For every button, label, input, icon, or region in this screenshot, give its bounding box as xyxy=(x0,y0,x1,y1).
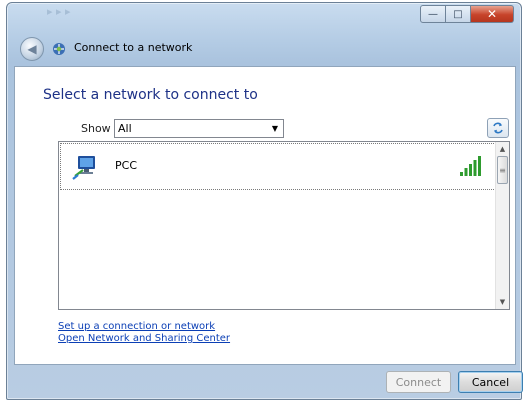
close-icon: ✕ xyxy=(486,7,498,21)
window-controls: — □ ✕ xyxy=(420,5,514,23)
connect-button[interactable]: Connect xyxy=(386,371,451,393)
maximize-button[interactable]: □ xyxy=(446,5,471,23)
dialog-window: ▸ ▸ ▸ — □ ✕ ◀ Connect to a network Selec… xyxy=(6,2,523,400)
network-item[interactable]: PCC xyxy=(60,143,496,190)
close-button[interactable]: ✕ xyxy=(471,5,514,23)
refresh-icon xyxy=(493,122,503,134)
setup-connection-link[interactable]: Set up a connection or network xyxy=(58,321,215,332)
maximize-icon: □ xyxy=(453,8,463,20)
minimize-icon: — xyxy=(428,8,438,20)
refresh-button[interactable] xyxy=(487,118,509,138)
show-label: Show xyxy=(81,122,111,135)
network-wizard-icon xyxy=(53,43,65,55)
minimize-button[interactable]: — xyxy=(420,5,446,23)
network-list[interactable]: PCC ▲ ≡ ▼ xyxy=(58,141,510,310)
chevron-up-icon: ▲ xyxy=(499,145,506,153)
show-filter-value: All xyxy=(118,122,132,135)
signal-strength-icon xyxy=(460,156,481,176)
network-name: PCC xyxy=(115,159,137,172)
back-button[interactable]: ◀ xyxy=(20,37,44,61)
back-arrow-icon: ◀ xyxy=(27,42,37,56)
wireless-network-icon xyxy=(72,156,95,180)
scroll-thumb[interactable]: ≡ xyxy=(497,156,508,184)
chevron-down-icon: ▼ xyxy=(499,298,506,306)
scroll-up-button[interactable]: ▲ xyxy=(496,142,509,156)
network-list-scrollbar[interactable]: ▲ ≡ ▼ xyxy=(495,142,509,309)
show-filter-select[interactable]: All ▼ xyxy=(114,119,284,138)
dialog-content: Select a network to connect to Show All … xyxy=(14,66,516,365)
scroll-down-button[interactable]: ▼ xyxy=(496,295,509,309)
open-sharing-center-link[interactable]: Open Network and Sharing Center xyxy=(58,333,230,344)
chevron-down-icon: ▼ xyxy=(271,124,279,133)
window-title: Connect to a network xyxy=(74,41,193,54)
page-title: Select a network to connect to xyxy=(43,87,258,103)
ghost-breadcrumb: ▸ ▸ ▸ xyxy=(47,5,71,18)
cancel-button[interactable]: Cancel xyxy=(458,371,523,393)
